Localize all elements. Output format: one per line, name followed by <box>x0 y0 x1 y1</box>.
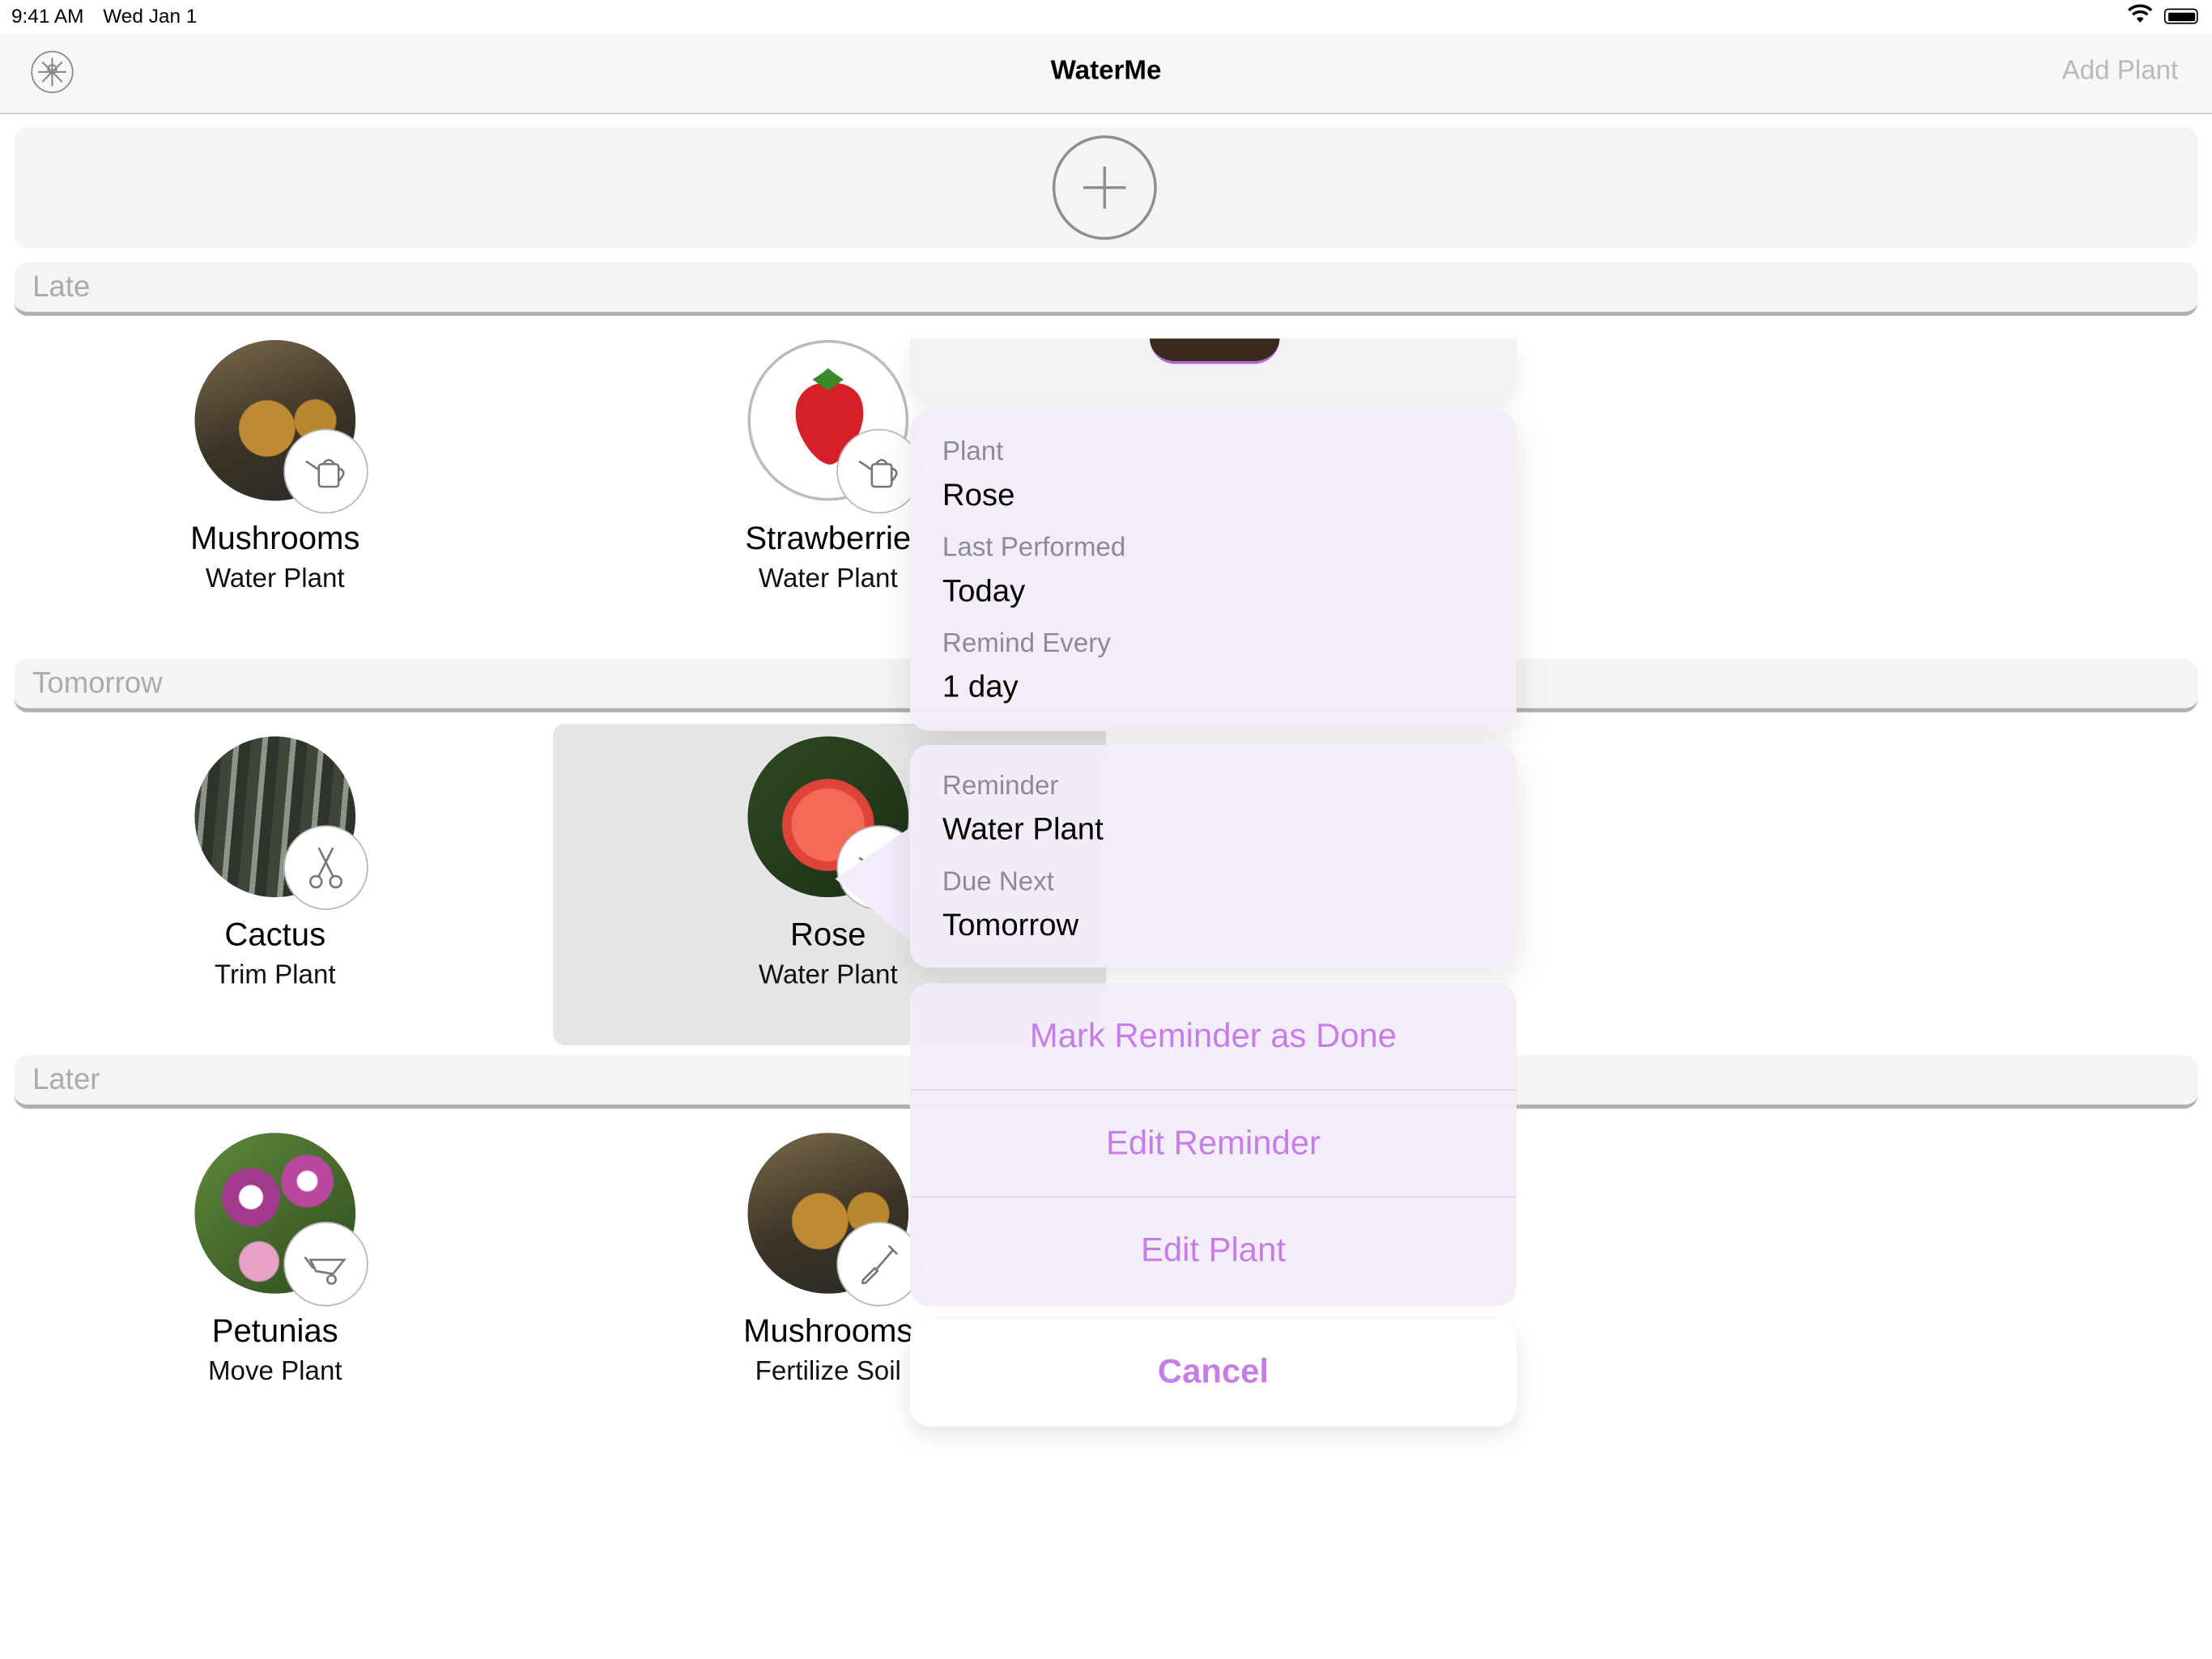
add-reminder-banner <box>14 126 2198 249</box>
wheelbarrow-icon <box>283 1221 368 1307</box>
reminder-value: Water Plant <box>942 810 1104 847</box>
plant-value: Rose <box>942 476 1015 513</box>
mark-done-button[interactable]: Mark Reminder as Done <box>909 983 1517 1091</box>
plant-task: Water Plant <box>205 564 345 594</box>
cancel-button[interactable]: Cancel <box>909 1319 1517 1427</box>
plant-cell[interactable]: Petunias Move Plant <box>134 1133 416 1388</box>
reminder-label: Reminder <box>942 772 1059 802</box>
plant-photo <box>1150 338 1280 364</box>
navigation-bar: WaterMe Add Plant <box>0 33 2212 115</box>
plant-cell[interactable]: Mushrooms Water Plant <box>134 339 416 595</box>
last-performed-value: Today <box>942 572 1026 608</box>
plant-name: Mushrooms <box>190 519 360 556</box>
plant-label: Plant <box>942 437 1004 467</box>
wifi-icon <box>2128 4 2153 28</box>
shovel-icon <box>836 1221 921 1307</box>
page-title: WaterMe <box>1050 56 1162 87</box>
due-next-label: Due Next <box>942 867 1054 898</box>
battery-icon <box>2163 8 2198 24</box>
plant-cell[interactable]: Cactus Trim Plant <box>134 736 416 992</box>
due-next-value: Tomorrow <box>942 907 1079 942</box>
edit-plant-button[interactable]: Edit Plant <box>910 1197 1516 1304</box>
plant-task: Move Plant <box>207 1357 342 1387</box>
last-performed-label: Last Performed <box>942 533 1126 564</box>
section-header-late: Late <box>14 262 2198 317</box>
remind-every-label: Remind Every <box>942 629 1111 659</box>
remind-every-value: 1 day <box>942 668 1019 704</box>
plus-icon[interactable] <box>1052 135 1157 240</box>
add-plant-button[interactable]: Add Plant <box>2062 57 2179 87</box>
section-title: Late <box>32 270 91 304</box>
popover-plant-peek <box>909 338 1517 401</box>
edit-reminder-button[interactable]: Edit Reminder <box>909 1091 1517 1198</box>
action-list: Mark Reminder as Done Edit Reminder Edit… <box>909 983 1517 1307</box>
section-title: Later <box>32 1063 100 1096</box>
status-time: 9:41 AM <box>11 4 84 28</box>
plant-name: Petunias <box>211 1312 338 1349</box>
watering-can-icon <box>283 428 368 514</box>
status-bar: 9:41 AM Wed Jan 1 <box>0 0 2212 34</box>
status-date: Wed Jan 1 <box>103 4 198 28</box>
section-title: Tomorrow <box>32 667 163 700</box>
plant-name: Cactus <box>224 915 326 953</box>
watering-can-icon <box>836 428 921 514</box>
scissors-icon <box>283 825 368 910</box>
plant-task: Trim Plant <box>214 960 336 991</box>
reminder-details-card: Reminder Water Plant Due Next Tomorrow <box>909 744 1517 968</box>
plant-details-card: Plant Rose Last Performed Today Remind E… <box>909 410 1517 731</box>
